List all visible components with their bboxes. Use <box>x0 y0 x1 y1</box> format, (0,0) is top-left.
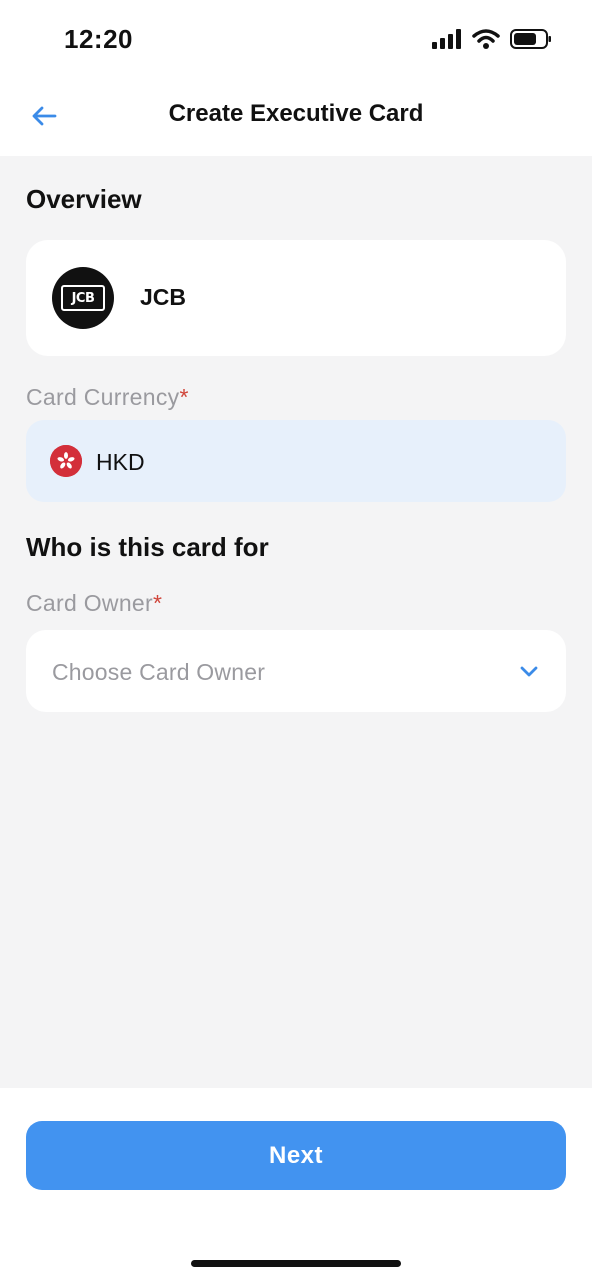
status-bar: 12:20 <box>0 0 592 80</box>
card-owner-placeholder: Choose Card Owner <box>52 659 266 685</box>
card-owner-dropdown[interactable]: Choose Card Owner <box>26 630 566 712</box>
card-currency-label-text: Card Currency <box>26 384 180 410</box>
nav-bar: Create Executive Card <box>0 80 592 156</box>
card-owner-label: Card Owner* <box>26 590 162 617</box>
battery-icon <box>510 28 552 55</box>
jcb-logo-mark: JCB <box>61 285 105 311</box>
overview-heading: Overview <box>26 184 142 214</box>
card-currency-value: HKD <box>96 449 145 475</box>
page-title: Create Executive Card <box>168 100 424 127</box>
next-button[interactable]: Next <box>26 1121 566 1190</box>
required-mark: * <box>179 384 189 410</box>
footer: Next <box>0 1088 592 1280</box>
status-icons <box>432 28 552 55</box>
card-currency-label: Card Currency* <box>26 384 189 411</box>
home-indicator <box>191 1260 401 1267</box>
wifi-icon <box>472 28 500 55</box>
jcb-logo: JCB <box>52 267 114 329</box>
card-owner-heading: Who is this card for <box>26 532 269 562</box>
card-brand-panel: JCB JCB <box>26 240 566 356</box>
chevron-down-icon <box>518 662 540 680</box>
card-owner-label-text: Card Owner <box>26 590 153 616</box>
hong-kong-flag-icon <box>50 445 82 477</box>
card-brand-name: JCB <box>140 284 187 310</box>
status-time: 12:20 <box>64 24 133 54</box>
card-currency-field: HKD <box>26 420 566 502</box>
signal-icon <box>432 29 462 54</box>
required-mark: * <box>152 590 163 616</box>
